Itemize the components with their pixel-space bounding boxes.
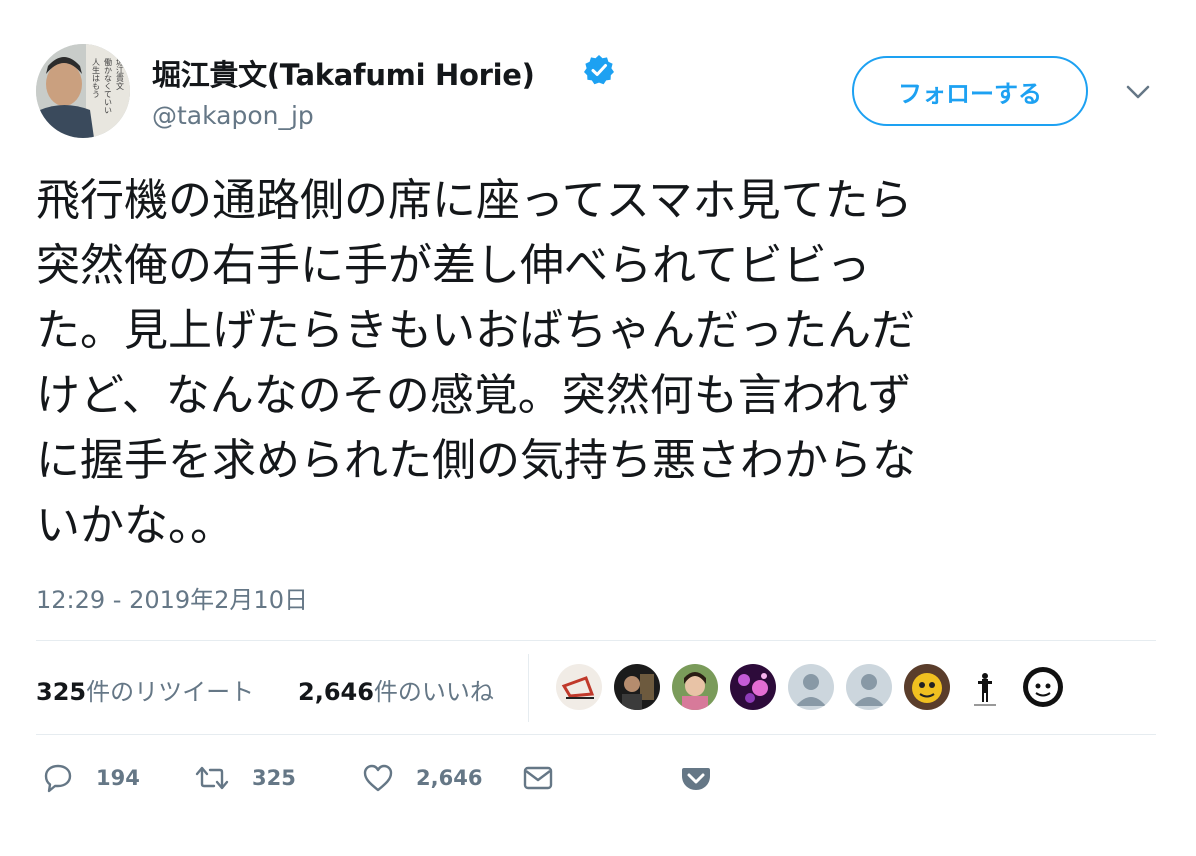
timestamp[interactable]: 12:29 - 2019年2月10日: [36, 580, 308, 615]
tweet-text: 飛行機の通路側の席に座ってスマホ見てたら 突然俺の右手に手が差し伸べられてビビっ…: [36, 168, 1146, 558]
liker-avatar[interactable]: [730, 664, 776, 710]
verified-badge-icon: [584, 55, 614, 85]
like-stat-count: 2,646: [298, 678, 374, 706]
like-count: 2,646: [416, 766, 483, 790]
liker-avatar[interactable]: [788, 664, 834, 710]
liker-avatar[interactable]: [1020, 664, 1066, 710]
tweet-line: けど、なんなのその感覚。突然何も言われず: [36, 370, 912, 421]
direct-message-button[interactable]: [522, 760, 554, 796]
tweet-line: に握手を求められた側の気持ち悪さわからな: [36, 435, 916, 486]
chevron-down-icon[interactable]: [1124, 82, 1152, 102]
tweet-line: 飛行機の通路側の席に座ってスマホ見てたら: [36, 175, 913, 226]
liker-avatar[interactable]: [846, 664, 892, 710]
svg-text:人生はもう: 人生はもう: [92, 58, 101, 98]
divider: [36, 734, 1156, 735]
retweet-stat-label: 件のリツイート: [86, 678, 255, 706]
heart-icon: [363, 764, 393, 792]
retweet-button[interactable]: 325: [194, 760, 296, 796]
retweet-stat[interactable]: 325件のリツイート: [36, 672, 254, 707]
retweet-icon: [195, 766, 229, 790]
avatar[interactable]: 人生はもう 働かなくていい 堀江貴文: [36, 44, 130, 138]
follow-button[interactable]: フォローする: [852, 56, 1088, 126]
like-button[interactable]: 2,646: [362, 760, 482, 796]
tweet-line: 突然俺の右手に手が差し伸べられてビビっ: [36, 240, 871, 291]
liker-avatar[interactable]: [614, 664, 660, 710]
retweet-stat-count: 325: [36, 678, 87, 706]
vertical-divider: [528, 654, 529, 722]
reply-icon: [44, 764, 72, 793]
display-name[interactable]: 堀江貴文(Takafumi Horie): [152, 52, 535, 94]
liker-avatar[interactable]: [556, 664, 602, 710]
like-stat-label: 件のいいね: [373, 678, 494, 706]
pocket-icon: [682, 768, 710, 790]
retweet-count: 325: [252, 766, 296, 790]
liker-avatar[interactable]: [904, 664, 950, 710]
envelope-icon: [523, 766, 553, 790]
svg-text:働かなくていい: 働かなくていい: [104, 57, 113, 114]
liker-avatar[interactable]: [672, 664, 718, 710]
liker-avatar[interactable]: [962, 664, 1008, 710]
tweet-line: いかな。。: [36, 500, 234, 551]
tweet-line: た。見上げたらきもいおばちゃんだったんだ: [36, 305, 916, 356]
user-handle[interactable]: @takapon_jp: [152, 101, 314, 130]
pocket-button[interactable]: [680, 760, 712, 796]
reply-count: 194: [96, 766, 140, 790]
like-stat[interactable]: 2,646件のいいね: [298, 672, 494, 707]
svg-text:堀江貴文: 堀江貴文: [116, 58, 125, 91]
divider: [36, 640, 1156, 641]
reply-button[interactable]: 194: [42, 760, 140, 796]
